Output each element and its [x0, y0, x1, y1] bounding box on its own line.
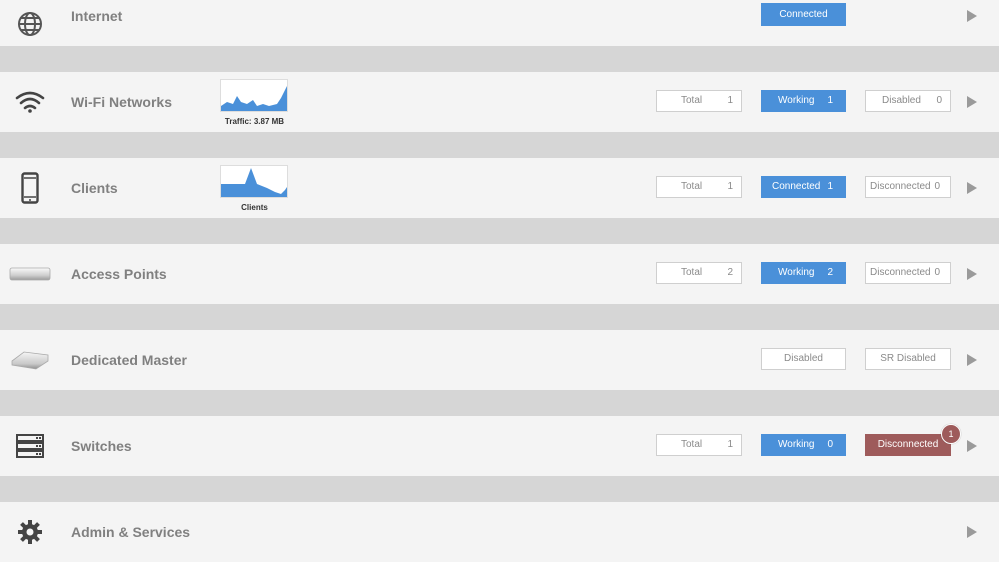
switches-expand-arrow[interactable]	[967, 440, 977, 452]
admin-services-row[interactable]: Admin & Services	[0, 502, 999, 562]
switches-alert-count-badge[interactable]: 1	[941, 424, 961, 444]
clients-total-pill[interactable]: Total 1	[656, 176, 742, 198]
switches-disconnected-pill[interactable]: Disconnected	[865, 434, 951, 456]
pill-label: Total	[681, 267, 703, 278]
wifi-traffic-label: Traffic: 3.87 MB	[224, 117, 285, 126]
pill-count: 1	[727, 95, 733, 106]
wifi-traffic-sparkline[interactable]	[220, 79, 288, 112]
pill-count: 0	[934, 181, 940, 192]
row-title-wifi-networks: Wi-Fi Networks	[71, 94, 172, 110]
ap-expand-arrow[interactable]	[967, 268, 977, 280]
dedicated-master-row[interactable]: Dedicated Master Disabled SR Disabled	[0, 330, 999, 390]
dedicated-master-status-pill[interactable]: Disabled	[761, 348, 846, 370]
wifi-disabled-pill[interactable]: Disabled 0	[865, 90, 951, 112]
pill-count: 1	[727, 439, 733, 450]
wifi-icon	[8, 82, 52, 122]
row-title-access-points: Access Points	[71, 266, 167, 282]
access-points-row[interactable]: Access Points Total 2 Working 2 Disconne…	[0, 244, 999, 304]
clients-expand-arrow[interactable]	[967, 182, 977, 194]
wifi-working-pill[interactable]: Working 1	[761, 90, 846, 112]
pill-count: 0	[936, 95, 942, 106]
switches-total-pill[interactable]: Total 1	[656, 434, 742, 456]
clients-row[interactable]: Clients Clients Total 1 Connected 1 Disc…	[0, 158, 999, 218]
switches-working-pill[interactable]: Working 0	[761, 434, 846, 456]
pill-count: 0	[827, 439, 833, 450]
pill-count: 2	[827, 267, 833, 278]
internet-row[interactable]: Internet Connected	[0, 0, 999, 46]
row-title-clients: Clients	[71, 180, 118, 196]
ap-disconnected-pill[interactable]: Disconnected 0	[865, 262, 951, 284]
internet-expand-arrow[interactable]	[967, 10, 977, 22]
pill-label: Connected	[772, 181, 821, 192]
phone-icon	[8, 168, 52, 208]
wifi-expand-arrow[interactable]	[967, 96, 977, 108]
pill-count: 1	[827, 181, 833, 192]
pill-label: Total	[681, 181, 703, 192]
ap-total-pill[interactable]: Total 2	[656, 262, 742, 284]
pill-label: Disconnected	[870, 181, 931, 192]
globe-icon	[8, 4, 52, 44]
pill-label: Working	[778, 439, 815, 450]
ap-working-pill[interactable]: Working 2	[761, 262, 846, 284]
pill-count: 1	[827, 95, 833, 106]
switch-icon	[8, 426, 52, 466]
pill-label: Total	[681, 95, 703, 106]
switches-row[interactable]: Switches Total 1 Working 0 Disconnected …	[0, 416, 999, 476]
dedicated-master-sr-pill[interactable]: SR Disabled	[865, 348, 951, 370]
pill-label: Total	[681, 439, 703, 450]
clients-disconnected-pill[interactable]: Disconnected 0	[865, 176, 951, 198]
dedicated-master-icon	[6, 340, 54, 380]
gear-icon	[8, 512, 52, 552]
pill-count: 0	[934, 267, 940, 278]
clients-connected-pill[interactable]: Connected 1	[761, 176, 846, 198]
internet-status-badge[interactable]: Connected	[761, 3, 846, 26]
clients-chart-label: Clients	[241, 203, 268, 212]
wifi-total-pill[interactable]: Total 1	[656, 90, 742, 112]
pill-label: Disconnected	[870, 267, 931, 278]
row-title-dedicated-master: Dedicated Master	[71, 352, 187, 368]
pill-label: Working	[778, 267, 815, 278]
pill-count: 1	[727, 181, 733, 192]
wifi-networks-row[interactable]: Wi-Fi Networks Traffic: 3.87 MB Total 1 …	[0, 72, 999, 132]
pill-label: Disabled	[882, 95, 921, 106]
row-title-admin-services: Admin & Services	[71, 524, 191, 540]
admin-expand-arrow[interactable]	[967, 526, 977, 538]
pill-count: 2	[727, 267, 733, 278]
clients-sparkline[interactable]	[220, 165, 288, 198]
access-point-icon	[6, 254, 54, 294]
row-title-internet: Internet	[71, 8, 123, 24]
pill-label: Working	[778, 95, 815, 106]
row-title-switches: Switches	[71, 438, 132, 454]
dedicated-master-expand-arrow[interactable]	[967, 354, 977, 366]
